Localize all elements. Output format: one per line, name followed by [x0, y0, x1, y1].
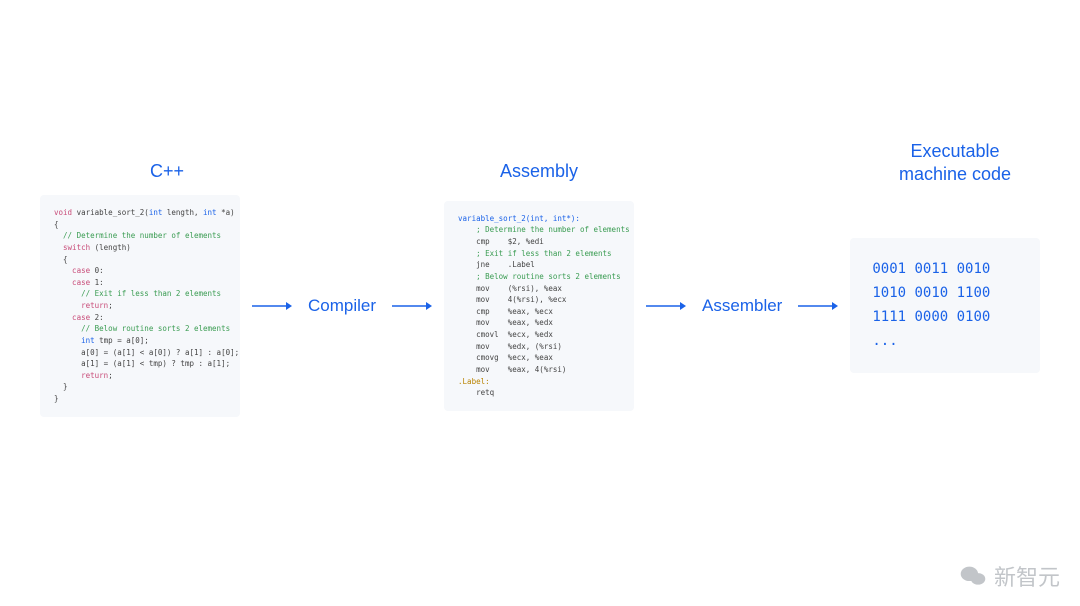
- code-token: cmovg %ecx, %eax: [458, 353, 553, 362]
- code-token: switch: [54, 243, 90, 252]
- code-token: a[0] = (a[1] < a[0]) ? a[1] : a[0];: [54, 348, 239, 357]
- heading-machine-code: Executable machine code: [870, 140, 1040, 187]
- code-token: cmp $2, %edi: [458, 237, 544, 246]
- code-token: case: [54, 266, 90, 275]
- machine-code-box: 0001 0011 0010 1010 0010 1100 1111 0000 …: [850, 238, 1040, 373]
- code-token: retq: [458, 388, 494, 397]
- code-token: mov %eax, %edx: [458, 318, 553, 327]
- code-token: variable_sort_2(: [72, 208, 149, 217]
- code-token: mov 4(%rsi), %ecx: [458, 295, 566, 304]
- code-token: return: [54, 301, 108, 310]
- code-token: {: [54, 220, 59, 229]
- assembly-code-box: variable_sort_2(int, int*): ; Determine …: [444, 201, 634, 411]
- code-token: cmovl %ecx, %edx: [458, 330, 553, 339]
- code-token: ;: [108, 371, 113, 380]
- code-token: case: [54, 278, 90, 287]
- code-token: ; Determine the number of elements: [458, 225, 630, 234]
- code-token: a[1] = (a[1] < tmp) ? tmp : a[1];: [54, 359, 230, 368]
- code-token: 1:: [90, 278, 104, 287]
- code-token: jne .Label: [458, 260, 535, 269]
- code-token: case: [54, 313, 90, 322]
- code-token: // Determine the number of elements: [54, 231, 221, 240]
- code-token: ;: [108, 301, 113, 310]
- code-token: mov %eax, 4(%rsi): [458, 365, 566, 374]
- code-token: variable_sort_2(int, int*):: [458, 214, 580, 223]
- code-token: int: [54, 336, 95, 345]
- code-token: (length): [90, 243, 131, 252]
- code-token: length,: [162, 208, 203, 217]
- code-token: 0:: [90, 266, 104, 275]
- code-token: }: [54, 382, 68, 391]
- heading-cpp: C++: [150, 160, 184, 183]
- arrow-icon: [392, 296, 432, 316]
- arrow-icon: [646, 296, 686, 316]
- compiler-label: Compiler: [304, 286, 380, 326]
- code-token: cmp %eax, %ecx: [458, 307, 553, 316]
- wechat-icon: [960, 565, 986, 587]
- code-token: ; Below routine sorts 2 elements: [458, 272, 621, 281]
- code-token: {: [54, 255, 68, 264]
- watermark-text: 新智元: [994, 560, 1060, 592]
- code-token: 2:: [90, 313, 104, 322]
- code-token: mov (%rsi), %eax: [458, 284, 562, 293]
- cpp-code-box: void variable_sort_2(int length, int *a)…: [40, 195, 240, 417]
- code-token: // Exit if less than 2 elements: [54, 289, 221, 298]
- code-token: ; Exit if less than 2 elements: [458, 249, 612, 258]
- code-token: int: [203, 208, 217, 217]
- arrow-icon: [252, 296, 292, 316]
- code-token: }: [54, 394, 59, 403]
- code-token: void: [54, 208, 72, 217]
- code-token: int: [149, 208, 163, 217]
- code-token: .Label:: [458, 377, 490, 386]
- code-token: *a): [217, 208, 235, 217]
- arrow-icon: [798, 296, 838, 316]
- code-token: mov %edx, (%rsi): [458, 342, 562, 351]
- assembler-label: Assembler: [698, 286, 786, 326]
- pipeline-row: void variable_sort_2(int length, int *a)…: [0, 195, 1080, 417]
- heading-assembly: Assembly: [500, 160, 578, 183]
- code-token: // Below routine sorts 2 elements: [54, 324, 230, 333]
- code-token: return: [54, 371, 108, 380]
- code-token: tmp = a[0];: [95, 336, 149, 345]
- watermark: 新智元: [960, 560, 1060, 592]
